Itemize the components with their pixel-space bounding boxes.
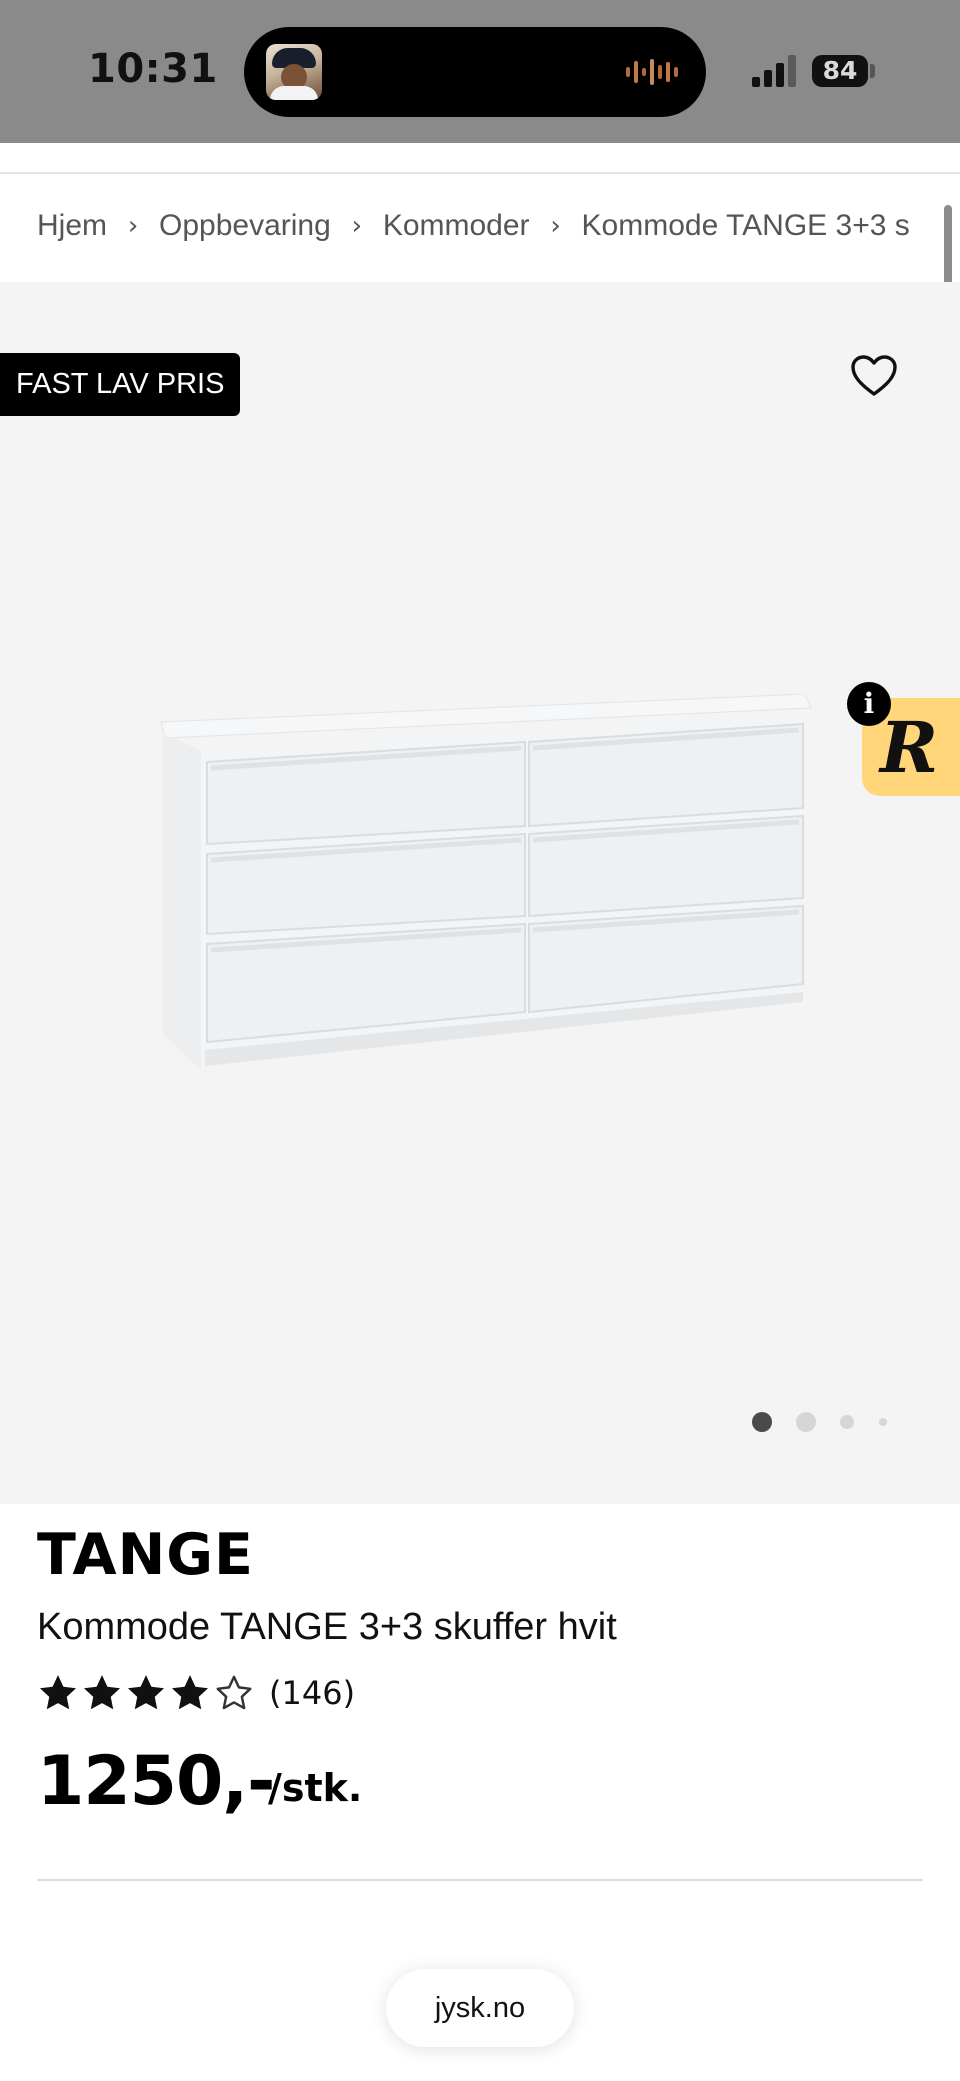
product-page: 10:31 84 Hjem › Oppbevaring › Kommoder ›… — [0, 0, 960, 2081]
breadcrumb-item-home[interactable]: Hjem — [37, 209, 107, 243]
product-gallery[interactable]: FAST LAV PRIS R i — [0, 282, 960, 1504]
pagination-dot-4[interactable] — [879, 1418, 887, 1426]
breadcrumb-item-current: Kommode TANGE 3+3 s — [581, 209, 910, 242]
chevron-right-icon: › — [351, 211, 363, 241]
rating-stars — [37, 1672, 257, 1714]
product-image-dresser — [160, 694, 812, 1070]
audio-waveform-icon — [626, 59, 678, 85]
now-playing-artwork — [266, 44, 322, 100]
breadcrumb: Hjem › Oppbevaring › Kommoder › Kommode … — [37, 206, 937, 246]
dynamic-island[interactable] — [244, 27, 706, 117]
battery-indicator: 84 — [812, 55, 868, 87]
review-count[interactable]: (146) — [269, 1674, 355, 1712]
chevron-right-icon: › — [550, 211, 561, 241]
pagination-dot-1[interactable] — [752, 1412, 772, 1432]
star-filled-icon — [127, 1675, 165, 1710]
browser-address-bar[interactable]: jysk.no — [386, 1969, 574, 2047]
star-outline-icon — [216, 1675, 252, 1710]
battery-tip — [870, 64, 875, 78]
price-badge: FAST LAV PRIS — [0, 353, 241, 416]
chevron-right-icon: › — [127, 211, 139, 241]
breadcrumb-item-storage[interactable]: Oppbevaring — [159, 209, 331, 243]
star-filled-icon — [39, 1675, 77, 1710]
star-filled-icon — [171, 1675, 209, 1710]
status-bar: 10:31 84 — [0, 0, 960, 143]
info-icon[interactable]: i — [847, 682, 891, 726]
price-unit: /stk. — [268, 1766, 363, 1810]
r-logo: R — [880, 706, 939, 789]
heart-icon[interactable] — [850, 354, 898, 398]
product-rating[interactable]: (146) — [37, 1669, 355, 1717]
section-divider — [37, 1879, 923, 1881]
breadcrumb-item-dressers[interactable]: Kommoder — [383, 209, 530, 243]
image-pagination[interactable] — [740, 1410, 900, 1434]
product-name: Kommode TANGE 3+3 skuffer hvit — [37, 1606, 617, 1648]
pagination-dot-2[interactable] — [796, 1412, 816, 1432]
cellular-signal-icon — [752, 55, 796, 87]
pagination-dot-3[interactable] — [840, 1415, 854, 1429]
product-brand: TANGE — [37, 1522, 254, 1588]
star-filled-icon — [83, 1675, 121, 1710]
status-time: 10:31 — [88, 46, 218, 92]
header-divider — [0, 172, 960, 174]
product-price: 1250,- — [37, 1742, 275, 1821]
